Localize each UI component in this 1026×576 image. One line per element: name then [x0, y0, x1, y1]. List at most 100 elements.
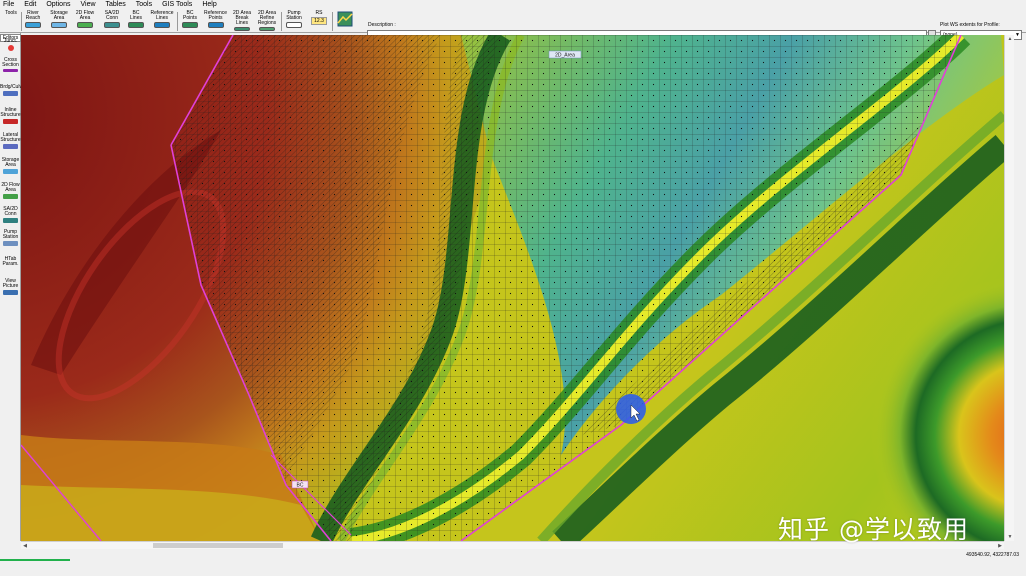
htab-param-label: HTab Param. [2, 256, 19, 267]
palette-sa-2d-conn[interactable]: SA/2D Conn [0, 207, 21, 223]
2d-flow-area-icon [77, 22, 93, 28]
inline-structure-label: Inline Structure [0, 107, 21, 118]
toolbar-separator [281, 12, 282, 31]
palette-lateral-structure[interactable]: Lateral Structure [0, 133, 21, 149]
sa-2d-conn-palette-icon [3, 218, 18, 223]
2d-area-break-lines-button[interactable]: 2D Area Break Lines [231, 11, 253, 31]
cross-section-icon [3, 69, 18, 72]
palette-view-picture[interactable]: View Picture [0, 279, 21, 295]
reference-points-icon [207, 22, 224, 28]
storage-area-icon [51, 22, 67, 28]
break-lines-icon [234, 27, 250, 31]
river-reach-label: River Reach [25, 10, 41, 21]
bc-points-icon [182, 22, 198, 28]
reference-lines-label: Reference Lines [150, 10, 174, 21]
sa-2d-conn-button[interactable]: SA/2D Conn [101, 11, 123, 31]
menu-tools[interactable]: Tools [131, 0, 157, 10]
plot-ws-label: Plot WS extents for Profile: [940, 22, 1000, 28]
2d-flow-area-label: 2D Flow Area [75, 10, 95, 21]
hec-ras-ras-mapper-window: File Edit Options View Tables Tools GIS … [0, 0, 1026, 576]
junction-label: Junct. [3, 38, 18, 44]
lateral-structure-label: Lateral Structure [0, 132, 21, 143]
watermark-text: 知乎 @学以致用 [778, 515, 969, 544]
2d-area-refine-regions-button[interactable]: 2D Area Refine Regions [256, 11, 278, 31]
storage-area-button[interactable]: Storage Area [48, 11, 70, 31]
chevron-down-icon: ▼ [1015, 32, 1020, 38]
bc-points-button[interactable]: BC Points [180, 11, 200, 31]
map-layers-button[interactable] [336, 11, 354, 31]
river-reach-button[interactable]: River Reach [23, 11, 43, 31]
reference-points-button[interactable]: Reference Points [203, 11, 228, 31]
reference-points-label: Reference Points [203, 10, 228, 21]
sa-2d-conn-icon [104, 22, 120, 28]
menu-tables[interactable]: Tables [101, 0, 131, 10]
menu-help[interactable]: Help [197, 0, 221, 10]
rs-value: 12.3 [311, 17, 327, 25]
scroll-up-icon[interactable]: ▲ [1005, 35, 1015, 43]
bc-points-label: BC Points [183, 10, 197, 21]
toolbar-separator [332, 12, 333, 31]
palette-bridge-culvert[interactable]: Brdg/Culv [0, 84, 22, 96]
scroll-down-icon[interactable]: ▼ [1005, 533, 1015, 541]
view-picture-label: View Picture [2, 278, 19, 289]
description-label: Description : [368, 22, 396, 28]
pump-station-palette-icon [3, 241, 18, 246]
2d-flow-area-palette-label: 2D Flow Area [1, 182, 20, 193]
menu-edit[interactable]: Edit [19, 0, 41, 10]
bridge-culvert-icon [3, 91, 18, 96]
reference-lines-button[interactable]: Reference Lines [150, 11, 174, 31]
river-reach-icon [25, 22, 41, 28]
palette-2d-flow-area[interactable]: 2D Flow Area [0, 183, 21, 199]
pump-station-button[interactable]: Pump Station [284, 11, 304, 31]
toolbar-separator [21, 12, 22, 31]
pump-station-palette-label: Pump Station [2, 229, 19, 240]
palette-cross-section[interactable]: Cross Section [0, 58, 21, 72]
inline-structure-icon [3, 119, 18, 124]
rs-button[interactable]: RS 12.3 [309, 11, 329, 31]
lateral-structure-icon [3, 144, 18, 149]
cross-section-label: Cross Section [2, 57, 19, 68]
reference-lines-icon [154, 22, 170, 28]
menu-bar: File Edit Options View Tables Tools GIS … [0, 0, 1026, 10]
palette-inline-structure[interactable]: Inline Structure [0, 108, 21, 124]
bc-name-label: BC [297, 483, 304, 489]
storage-area-label: Storage Area [50, 10, 68, 21]
bc-lines-icon [128, 22, 144, 28]
bridge-culvert-label: Brdg/Culv [0, 84, 22, 90]
terrain-hill-right [851, 275, 1004, 541]
sa-2d-conn-label: SA/2D Conn [104, 10, 120, 21]
palette-junction[interactable]: Junct. [0, 39, 21, 51]
tools-button[interactable]: Tools [2, 11, 20, 31]
menu-options[interactable]: Options [41, 0, 75, 10]
sa-2d-conn-palette-label: SA/2D Conn [3, 206, 18, 217]
status-progress [0, 559, 70, 561]
palette-pump-station[interactable]: Pump Station [0, 230, 21, 246]
bc-lines-label: BC Lines [130, 10, 142, 21]
palette-storage-area[interactable]: Storage Area [0, 158, 21, 174]
storage-area-palette-label: Storage Area [1, 157, 20, 168]
break-lines-label: 2D Area Break Lines [232, 10, 252, 26]
toolbar: Tools River Reach Storage Area 2D Flow A… [0, 10, 1026, 40]
map-layers-icon [337, 11, 353, 27]
vertical-scrollbar[interactable]: ▲ ▼ [1004, 35, 1014, 541]
pump-station-label: Pump Station [286, 10, 302, 21]
rs-label: RS [315, 10, 323, 16]
map-coordinates: 493540.92, 4322787.03 [966, 552, 1019, 558]
map-view[interactable]: 2D_Area BC [21, 35, 1004, 541]
pump-station-icon [286, 22, 302, 28]
tools-button-label: Tools [5, 10, 17, 16]
menu-gis-tools[interactable]: GIS Tools [157, 0, 197, 10]
palette-htab-param[interactable]: HTab Param. [0, 257, 21, 267]
horizontal-scroll-thumb[interactable] [153, 543, 283, 548]
refine-regions-icon [259, 27, 275, 31]
junction-icon [7, 45, 14, 51]
bc-lines-button[interactable]: BC Lines [126, 11, 146, 31]
2d-flow-area-palette-icon [3, 194, 18, 199]
view-picture-icon [3, 290, 18, 295]
2d-flow-area-button[interactable]: 2D Flow Area [74, 11, 96, 31]
menu-view[interactable]: View [75, 0, 100, 10]
menu-file[interactable]: File [0, 0, 19, 10]
status-bar: 493540.92, 4322787.03 [0, 549, 1026, 576]
refine-regions-label: 2D Area Refine Regions [257, 10, 277, 26]
terrain-map[interactable]: 2D_Area BC [21, 35, 1004, 541]
